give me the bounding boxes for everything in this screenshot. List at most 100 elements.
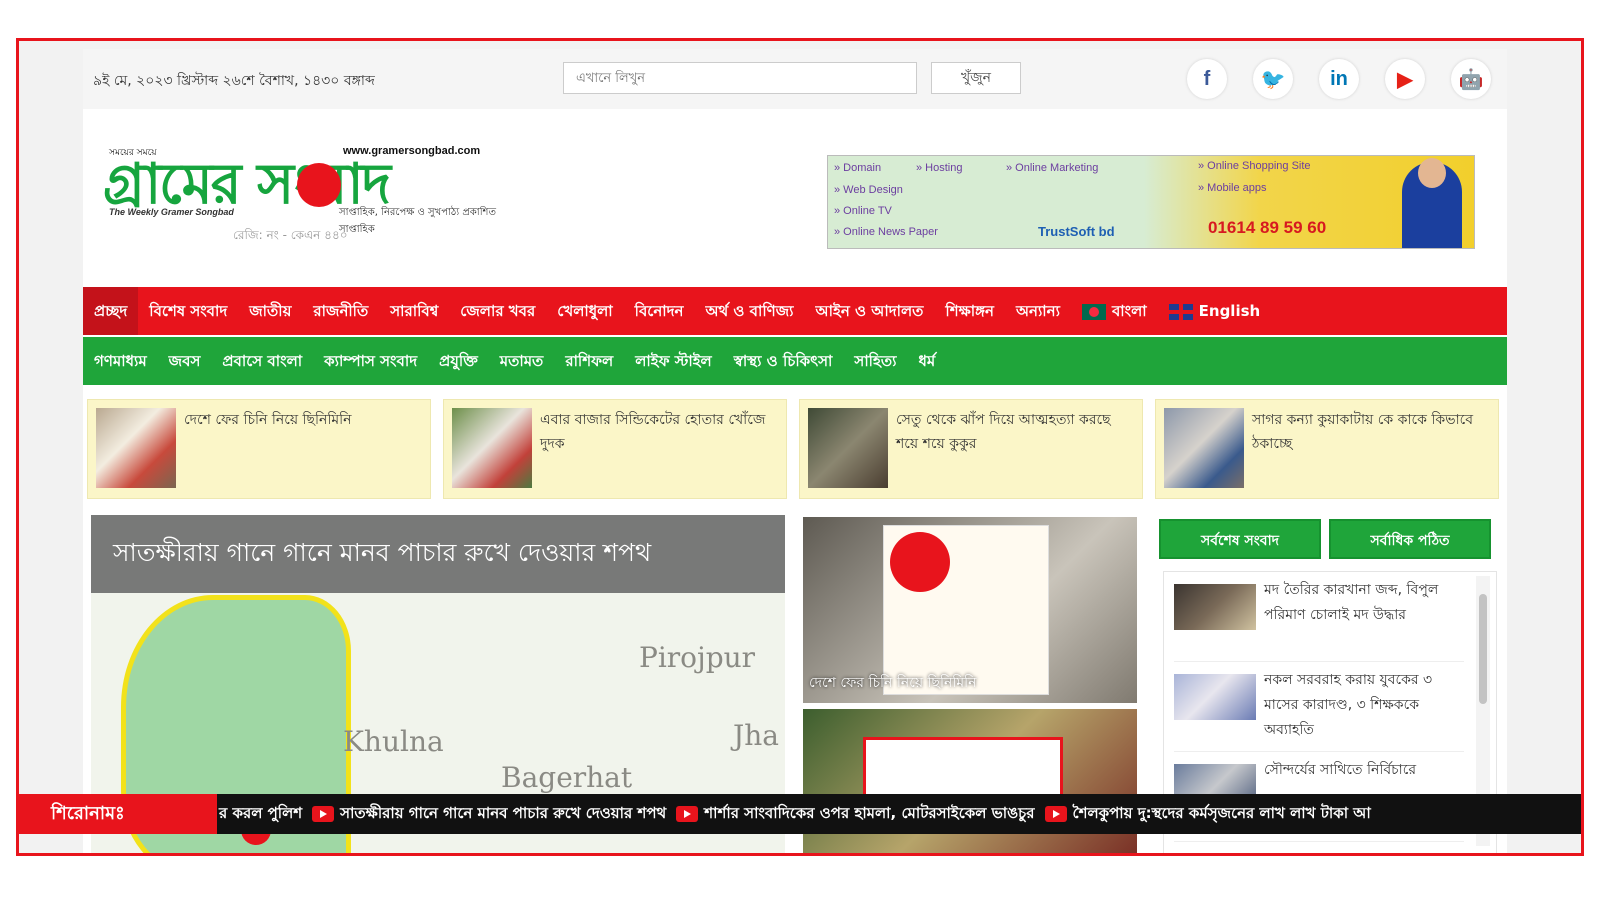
bangladesh-flag-icon bbox=[1081, 303, 1106, 320]
tab-most-read[interactable]: সর্বাধিক পঠিত bbox=[1329, 519, 1491, 559]
nav-item[interactable]: লাইফ স্টাইল bbox=[624, 337, 722, 385]
news-card[interactable]: এবার বাজার সিন্ডিকেটের হোতার খোঁজে দুদক bbox=[443, 399, 787, 499]
list-item[interactable]: নকল সরবরাহ করায় যুবকের ৩ মাসের কারাদণ্ড… bbox=[1174, 668, 1464, 752]
logo-tagline-en: The Weekly Gramer Songbad bbox=[109, 207, 234, 217]
card-thumbnail bbox=[96, 408, 176, 488]
language-label: English bbox=[1198, 302, 1261, 320]
ticker-headline[interactable]: শৈলকুপায় দু:স্থদের কর্মসৃজনের লাখ লাখ ট… bbox=[1073, 802, 1371, 827]
nav-item[interactable]: অন্যান্য bbox=[1005, 287, 1071, 335]
card-title: এবার বাজার সিন্ডিকেটের হোতার খোঁজে দুদক bbox=[540, 412, 766, 452]
list-item-title: নকল সরবরাহ করায় যুবকের ৩ মাসের কারাদণ্ড… bbox=[1264, 672, 1433, 738]
nav-item[interactable]: শিক্ষাঙ্গন bbox=[934, 287, 1005, 335]
language-label: বাংলা bbox=[1111, 302, 1147, 320]
nav-item[interactable]: সাহিত্য bbox=[843, 337, 907, 385]
ad-phone: 01614 89 59 60 bbox=[1208, 218, 1327, 237]
tab-latest-news[interactable]: সর্বশেষ সংবাদ bbox=[1159, 519, 1321, 559]
ticker-track: র করল পুলিশ সাতক্ষীরায় গানে গানে মানব পা… bbox=[219, 794, 1371, 834]
card-title: সেতু থেকে ঝাঁপ দিয়ে আত্মহত্যা করছে শয়ে… bbox=[896, 412, 1111, 452]
search-button[interactable]: খুঁজুন bbox=[931, 62, 1021, 94]
nav-item[interactable]: মতামত bbox=[489, 337, 555, 385]
ad-item: » Online Shopping Site bbox=[1198, 160, 1311, 172]
scrollbar-thumb[interactable] bbox=[1479, 594, 1487, 704]
primary-nav: প্রচ্ছদ বিশেষ সংবাদ জাতীয় রাজনীতি সারাবিশ্ব… bbox=[83, 287, 1507, 335]
nav-item[interactable]: জাতীয় bbox=[238, 287, 302, 335]
nav-item[interactable]: জেলার খবর bbox=[449, 287, 546, 335]
facebook-icon[interactable]: f bbox=[1187, 59, 1227, 99]
language-english-button[interactable]: English bbox=[1158, 287, 1272, 335]
list-thumbnail bbox=[1174, 584, 1256, 630]
ticker-headline[interactable]: শার্শার সাংবাদিকের ওপর হামলা, মোটরসাইকেল… bbox=[704, 802, 1034, 827]
android-icon[interactable]: 🤖 bbox=[1451, 59, 1491, 99]
news-card[interactable]: দেশে ফের চিনি নিয়ে ছিনিমিনি bbox=[87, 399, 431, 499]
ad-item: » Online Marketing bbox=[1006, 162, 1099, 174]
nav-item[interactable]: ক্যাম্পাস সংবাদ bbox=[313, 337, 428, 385]
news-card[interactable]: সাগর কন্যা কুয়াকাটায় কে কাকে কিভাবে ঠক… bbox=[1155, 399, 1499, 499]
current-date: ৯ই মে, ২০২৩ খ্রিস্টাব্দ ২৬শে বৈশাখ, ১৪৩০… bbox=[93, 73, 375, 89]
nav-item[interactable]: প্রচ্ছদ bbox=[83, 287, 139, 335]
ad-item: » Mobile apps bbox=[1198, 182, 1267, 194]
browser-frame: ৯ই মে, ২০২৩ খ্রিস্টাব্দ ২৬শে বৈশাখ, ১৪৩০… bbox=[16, 38, 1584, 856]
nav-item[interactable]: জবস bbox=[158, 337, 212, 385]
nav-item[interactable]: গণমাধ্যম bbox=[83, 337, 158, 385]
card-title: সাগর কন্যা কুয়াকাটায় কে কাকে কিভাবে ঠক… bbox=[1252, 412, 1474, 452]
ticker-headline[interactable]: র করল পুলিশ bbox=[219, 802, 302, 827]
linkedin-icon[interactable]: in bbox=[1319, 59, 1359, 99]
uk-flag-icon bbox=[1168, 303, 1193, 320]
nav-item[interactable]: অর্থ ও বাণিজ্য bbox=[694, 287, 804, 335]
youtube-icon[interactable]: ▶ bbox=[1385, 59, 1425, 99]
red-banner-graphic bbox=[863, 737, 1063, 797]
ad-item: » Hosting bbox=[916, 162, 963, 174]
list-item[interactable]: মদ তৈরির কারখানা জব্দ, বিপুল পরিমাণ চোলা… bbox=[1174, 578, 1464, 662]
search-input[interactable] bbox=[563, 62, 917, 94]
ad-brand: TrustSoft bd bbox=[1038, 224, 1115, 239]
map-label: Jha bbox=[733, 719, 779, 752]
nav-item[interactable]: রাজনীতি bbox=[302, 287, 379, 335]
ticker-label: শিরোনামঃ bbox=[19, 794, 217, 834]
youtube-play-icon bbox=[676, 806, 699, 822]
nav-item[interactable]: প্রবাসে বাংলা bbox=[211, 337, 313, 385]
card-thumbnail bbox=[452, 408, 532, 488]
ad-item: » Online TV bbox=[834, 205, 892, 217]
nav-item[interactable]: বিনোদন bbox=[624, 287, 695, 335]
ad-banner[interactable]: » Domain » Web Design » Online TV » Onli… bbox=[827, 155, 1475, 249]
nav-item[interactable]: স্বাস্থ্য ও চিকিৎসা bbox=[723, 337, 844, 385]
nav-item[interactable]: বিশেষ সংবাদ bbox=[138, 287, 238, 335]
list-item-title: মদ তৈরির কারখানা জব্দ, বিপুল পরিমাণ চোলা… bbox=[1264, 582, 1439, 623]
middle-story-image[interactable]: দেশে ফের চিনি নিয়ে ছিনিমিনি bbox=[803, 517, 1137, 703]
card-title: দেশে ফের চিনি নিয়ে ছিনিমিনি bbox=[184, 412, 352, 428]
sugar-graphic bbox=[883, 525, 1049, 695]
twitter-icon[interactable]: 🐦 bbox=[1253, 59, 1293, 99]
site-logo[interactable]: সময়ের সময়ে www.gramersongbad.com গ্রাম… bbox=[103, 139, 523, 249]
news-page: ৯ই মে, ২০২৩ খ্রিস্টাব্দ ২৬শে বৈশাখ, ১৪৩০… bbox=[83, 49, 1507, 853]
nav-item[interactable]: ধর্ম bbox=[907, 337, 946, 385]
nav-item[interactable]: খেলাধুলা bbox=[546, 287, 623, 335]
map-label: Bagerhat bbox=[501, 761, 633, 794]
list-thumbnail bbox=[1174, 674, 1256, 720]
featured-headline[interactable]: সাতক্ষীরায় গানে গানে মানব পাচার রুখে দে… bbox=[91, 515, 785, 593]
logo-tagline-bn: সাপ্তাহিক, নিরপেক্ষ ও সুখপাঠ্য প্রকাশিত … bbox=[339, 207, 496, 235]
nav-item[interactable]: প্রযুক্তি bbox=[428, 337, 489, 385]
map-label: Pirojpur bbox=[639, 641, 756, 674]
top-bar: ৯ই মে, ২০২৩ খ্রিস্টাব্দ ২৬শে বৈশাখ, ১৪৩০… bbox=[83, 49, 1507, 109]
nav-item[interactable]: রাশিফল bbox=[554, 337, 624, 385]
ad-item: » Online News Paper bbox=[834, 226, 938, 238]
map-label: Khulna bbox=[343, 725, 444, 758]
youtube-play-icon bbox=[1044, 806, 1067, 822]
news-card[interactable]: সেতু থেকে ঝাঁপ দিয়ে আত্মহত্যা করছে শয়ে… bbox=[799, 399, 1143, 499]
language-bangla-button[interactable]: বাংলা bbox=[1071, 287, 1158, 335]
ad-item: » Web Design bbox=[834, 184, 903, 196]
headline-ticker: শিরোনামঃ র করল পুলিশ সাতক্ষীরায় গানে গান… bbox=[19, 794, 1581, 834]
middle-story-caption: দেশে ফের চিনি নিয়ে ছিনিমিনি bbox=[809, 675, 977, 691]
ticker-headline[interactable]: সাতক্ষীরায় গানে গানে মানব পাচার রুখে দে… bbox=[340, 802, 666, 827]
youtube-play-icon bbox=[312, 806, 335, 822]
secondary-nav: গণমাধ্যম জবস প্রবাসে বাংলা ক্যাম্পাস সংবাদ প… bbox=[83, 337, 1507, 385]
ad-person-head bbox=[1418, 158, 1446, 188]
card-thumbnail bbox=[1164, 408, 1244, 488]
red-badge bbox=[890, 532, 950, 592]
ad-item: » Domain bbox=[834, 162, 882, 174]
nav-item[interactable]: আইন ও আদালত bbox=[805, 287, 935, 335]
nav-item[interactable]: সারাবিশ্ব bbox=[379, 287, 449, 335]
bangladesh-map-icon bbox=[297, 163, 341, 207]
registration-number: রেজি: নং - কেএন ৪৪০ bbox=[233, 228, 348, 242]
card-thumbnail bbox=[808, 408, 888, 488]
